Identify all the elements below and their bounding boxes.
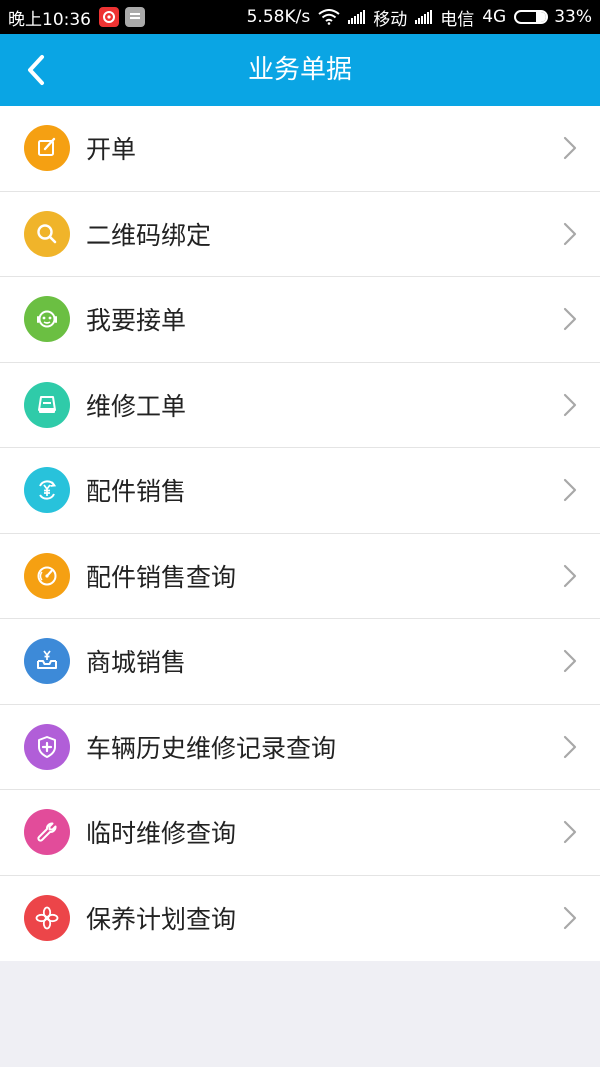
wifi-icon [318, 9, 340, 25]
status-time: 晚上10:36 [8, 9, 91, 30]
menu-item[interactable]: 车辆历史维修记录查询 [0, 705, 600, 790]
menu-item[interactable]: 二维码绑定 [0, 192, 600, 277]
menu-list: 开单二维码绑定我要接单维修工单配件销售配件销售查询 商城销售车辆历史维修记录查询临… [0, 106, 600, 961]
carrier-1: 移动 [373, 9, 408, 30]
app-bar: 业务单据 [0, 34, 600, 106]
status-bar: 晚上10:36 5.58K/s 移动 电信 4G 33% [0, 0, 600, 34]
menu-item[interactable]: 配件销售 [0, 448, 600, 534]
menu-item-label: 维修工单 [86, 391, 187, 421]
chevron-right-icon [562, 563, 578, 589]
menu-item-label: 配件销售 [86, 477, 187, 507]
menu-item-label: 我要接单 [86, 306, 187, 336]
menu-item[interactable]: 保养计划查询 [0, 876, 600, 962]
menu-item[interactable]: 商城销售 [0, 619, 600, 705]
menu-item-label: 保养计划查询 [86, 905, 237, 935]
signal-icon-1 [348, 10, 369, 24]
flower-icon [24, 895, 70, 942]
menu-item[interactable]: 开单 [0, 106, 600, 192]
chevron-right-icon [562, 135, 578, 161]
carrier-2: 电信 [440, 9, 475, 30]
menu-item[interactable]: 配件销售查询 [0, 534, 600, 619]
gauge-icon [24, 552, 70, 599]
menu-item-label: 车辆历史维修记录查询 [86, 733, 337, 763]
menu-item-label: 二维码绑定 [86, 220, 212, 250]
battery-percent: 33% [554, 7, 592, 27]
chevron-right-icon [562, 306, 578, 332]
yen-cycle-icon [24, 467, 70, 514]
message-icon [125, 7, 145, 27]
network-type: 4G [482, 7, 507, 27]
edit-icon [24, 125, 70, 172]
net-speed: 5.58K/s [246, 7, 311, 27]
shield-plus-icon [24, 723, 70, 770]
menu-item-label: 商城销售 [86, 648, 187, 678]
menu-item-label: 开单 [86, 135, 137, 165]
chevron-right-icon [562, 392, 578, 418]
netease-music-icon [99, 7, 119, 27]
chevron-right-icon [562, 221, 578, 247]
wrench-icon [24, 809, 70, 856]
drive-icon [24, 381, 70, 428]
search-icon [24, 210, 70, 257]
chevron-right-icon [562, 905, 578, 931]
yen-tray-icon [24, 638, 70, 685]
chevron-right-icon [562, 477, 578, 503]
page-title: 业务单据 [247, 55, 352, 85]
menu-item[interactable]: 我要接单 [0, 277, 600, 363]
menu-item[interactable]: 临时维修查询 [0, 790, 600, 876]
menu-item-label: 配件销售查询 [86, 562, 237, 592]
menu-item[interactable]: 维修工单 [0, 363, 600, 448]
signal-icon-2 [415, 10, 436, 24]
robot-icon [24, 296, 70, 343]
menu-item-label: 临时维修查询 [86, 819, 237, 849]
chevron-right-icon [562, 648, 578, 674]
chevron-right-icon [562, 819, 578, 845]
battery-icon [514, 10, 552, 24]
chevron-right-icon [562, 734, 578, 760]
